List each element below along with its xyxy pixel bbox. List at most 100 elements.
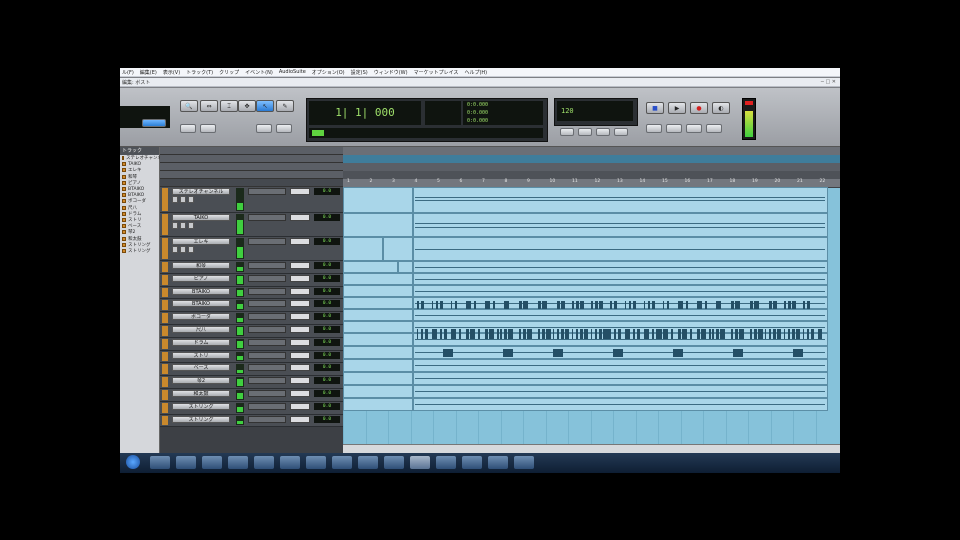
io-selector[interactable]	[290, 262, 310, 269]
volume-readout[interactable]: 0.0	[314, 326, 340, 333]
track-name[interactable]: 和太鼓	[172, 390, 230, 397]
insert-slot[interactable]	[248, 313, 286, 321]
clip-region[interactable]	[343, 213, 413, 237]
taskbar-app-1[interactable]	[176, 456, 196, 469]
track-name[interactable]: 尺八	[172, 326, 230, 333]
track-name[interactable]: エレキ	[172, 238, 230, 245]
midi-note[interactable]	[769, 301, 772, 309]
midi-note[interactable]	[527, 301, 528, 309]
return-to-zero-button[interactable]	[686, 124, 702, 133]
clip-region[interactable]	[343, 346, 413, 359]
menu-item[interactable]: マーケットプレイス	[414, 69, 459, 76]
insert-slot[interactable]	[248, 377, 286, 385]
midi-note[interactable]	[504, 329, 507, 339]
midi-note[interactable]	[614, 329, 616, 339]
taskbar-app-5[interactable]	[280, 456, 300, 469]
io-selector[interactable]	[290, 415, 310, 423]
track-header-row[interactable]: 琴2 0.0	[160, 376, 343, 389]
ruler-markers[interactable]	[160, 155, 343, 163]
track-header-row[interactable]: ストリ 0.0	[160, 350, 343, 364]
track-header-row[interactable]: BTAIKO 0.0	[160, 286, 343, 300]
track-header-row[interactable]: ドラム 0.0	[160, 337, 343, 351]
midi-note[interactable]	[603, 329, 607, 339]
io-selector[interactable]	[290, 313, 310, 321]
taskbar-app-9[interactable]	[384, 456, 404, 469]
track-list-item[interactable]: ステレオチャンネル	[120, 155, 166, 161]
midi-note[interactable]	[777, 329, 781, 339]
taskbar-app-2[interactable]	[202, 456, 222, 469]
midi-note[interactable]	[656, 329, 659, 339]
midi-note[interactable]	[743, 329, 744, 339]
midi-note[interactable]	[686, 329, 687, 339]
volume-readout[interactable]: 0.0	[314, 313, 340, 321]
menu-item[interactable]: ヘルプ(H)	[464, 69, 487, 76]
clip-region[interactable]	[343, 285, 413, 297]
midi-note[interactable]	[519, 329, 521, 339]
grid-button[interactable]	[276, 124, 292, 133]
insert-slot[interactable]	[248, 300, 286, 308]
track-name[interactable]: ストリ	[172, 351, 230, 359]
midi-note[interactable]	[440, 329, 442, 339]
clip-region[interactable]	[343, 237, 383, 261]
midi-note[interactable]	[610, 329, 611, 339]
midi-note[interactable]	[425, 329, 428, 339]
midi-note[interactable]	[803, 301, 805, 309]
record-enable-button[interactable]	[172, 196, 178, 203]
midi-note[interactable]	[576, 329, 578, 339]
taskbar-app-11[interactable]	[462, 456, 482, 469]
midi-note[interactable]	[629, 329, 630, 339]
midi-note[interactable]	[667, 301, 669, 309]
io-selector[interactable]	[290, 188, 310, 195]
midi-note[interactable]	[803, 329, 804, 339]
midi-note[interactable]	[673, 349, 683, 357]
spot-button[interactable]	[256, 124, 272, 133]
shuffle-button[interactable]	[180, 124, 196, 133]
midi-note[interactable]	[686, 301, 688, 309]
midi-note[interactable]	[788, 329, 790, 339]
track-name[interactable]: ドラム	[172, 338, 230, 346]
midi-note[interactable]	[580, 301, 584, 309]
clip-region[interactable]	[343, 261, 398, 273]
midi-note[interactable]	[553, 329, 554, 339]
menu-item[interactable]: 編集(E)	[140, 69, 157, 76]
midi-note[interactable]	[455, 329, 456, 339]
clip-region[interactable]	[398, 261, 413, 273]
edit-timeline[interactable]: 1 2 3 4 5 6 7 8 9 10 11 12 13 14 15 16 17 18 19 20 21 22	[343, 147, 840, 454]
clip-region[interactable]	[413, 213, 828, 237]
track-name[interactable]: TAIKO	[172, 214, 230, 221]
midi-note[interactable]	[610, 301, 612, 309]
track-header-row[interactable]: BTAIKO 0.0	[160, 299, 343, 313]
midi-note[interactable]	[565, 329, 569, 339]
track-header-row[interactable]: ベース 0.0	[160, 363, 343, 377]
volume-readout[interactable]: 0.0	[314, 351, 340, 359]
record-button[interactable]: ●	[690, 102, 708, 114]
clip-region[interactable]	[343, 321, 413, 333]
track-name[interactable]: 和琴	[172, 262, 230, 269]
rewind-button[interactable]	[646, 124, 662, 133]
volume-readout[interactable]: 0.0	[314, 274, 340, 282]
midi-note[interactable]	[436, 301, 438, 309]
menu-item[interactable]: トラック(T)	[186, 69, 213, 76]
taskbar-app-12[interactable]	[488, 456, 508, 469]
ruler-meter[interactable]	[160, 171, 343, 179]
zoom-tool-button[interactable]: 🔍	[180, 100, 198, 112]
midi-note[interactable]	[421, 301, 424, 309]
insert-slot[interactable]	[248, 364, 286, 372]
track-name[interactable]: BTAIKO	[172, 287, 230, 295]
menu-item[interactable]: ウィンドウ(W)	[374, 69, 408, 76]
midi-note[interactable]	[659, 329, 662, 339]
selection-end[interactable]: 0:0.000	[467, 109, 543, 117]
count-off-button[interactable]	[596, 128, 610, 136]
midi-note[interactable]	[637, 329, 640, 339]
midi-note[interactable]	[474, 301, 476, 309]
midi-note[interactable]	[614, 301, 617, 309]
start-button[interactable]	[126, 455, 140, 469]
midi-note[interactable]	[811, 329, 814, 339]
track-name[interactable]: ストリング	[172, 415, 230, 423]
clip-region[interactable]	[343, 359, 413, 372]
midi-note[interactable]	[807, 301, 810, 309]
midi-note[interactable]	[733, 349, 743, 357]
track-header-row[interactable]: ステレオチャンネル 0.0	[160, 187, 343, 213]
loop-button[interactable]	[560, 128, 574, 136]
volume-readout[interactable]: 0.0	[314, 415, 340, 423]
